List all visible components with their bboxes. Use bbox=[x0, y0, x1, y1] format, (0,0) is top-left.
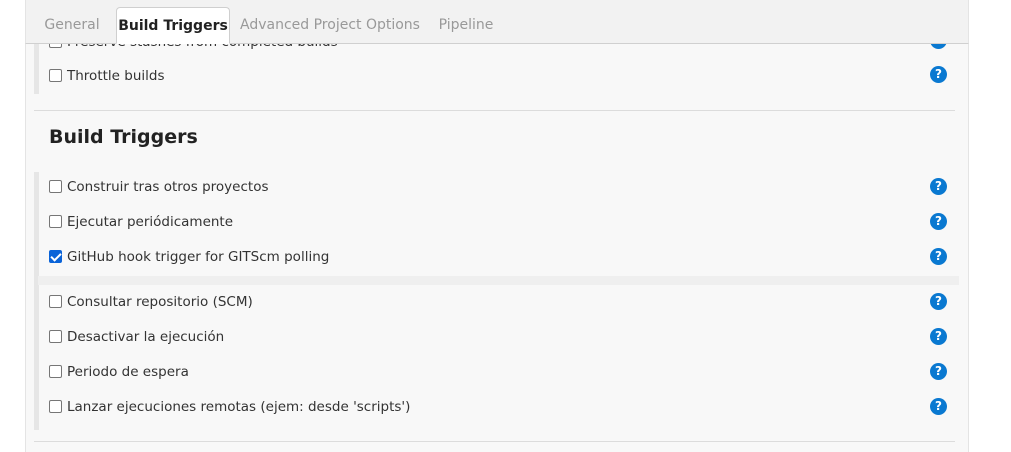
help-icon[interactable]: ? bbox=[930, 293, 947, 310]
checkbox[interactable] bbox=[49, 295, 62, 308]
trigger-label: Lanzar ejecuciones remotas (ejem: desde … bbox=[67, 399, 411, 415]
triggers-rail bbox=[34, 172, 39, 430]
section-title: Build Triggers bbox=[49, 126, 198, 148]
option-label: Throttle builds bbox=[67, 68, 165, 84]
checkbox-checked[interactable] bbox=[49, 250, 62, 263]
options-rail bbox=[34, 44, 39, 94]
help-icon[interactable]: ? bbox=[930, 363, 947, 380]
help-icon[interactable]: ? bbox=[930, 248, 947, 265]
checkbox[interactable] bbox=[49, 69, 62, 82]
trigger-label: Consultar repositorio (SCM) bbox=[67, 294, 253, 310]
help-icon[interactable]: ? bbox=[930, 213, 947, 230]
help-icon[interactable]: ? bbox=[930, 398, 947, 415]
help-icon[interactable]: ? bbox=[930, 328, 947, 345]
checkbox[interactable] bbox=[49, 180, 62, 193]
trigger-label: Desactivar la ejecución bbox=[67, 329, 225, 345]
tab-pipeline[interactable]: Pipeline bbox=[430, 7, 502, 44]
checkbox[interactable] bbox=[49, 400, 62, 413]
tab-bar: General Build Triggers Advanced Project … bbox=[25, 0, 969, 44]
checkbox[interactable] bbox=[49, 215, 62, 228]
trigger-label: GitHub hook trigger for GITScm polling bbox=[67, 249, 330, 265]
help-icon[interactable]: ? bbox=[930, 66, 947, 83]
tab-build-triggers[interactable]: Build Triggers bbox=[116, 7, 230, 44]
divider bbox=[34, 110, 955, 111]
tab-advanced-project-options[interactable]: Advanced Project Options bbox=[240, 7, 420, 44]
help-icon[interactable]: ? bbox=[930, 178, 947, 195]
checkbox[interactable] bbox=[49, 330, 62, 343]
expanded-area bbox=[38, 276, 959, 285]
trigger-label: Periodo de espera bbox=[67, 364, 189, 380]
tab-general[interactable]: General bbox=[36, 7, 108, 44]
trigger-label: Construir tras otros proyectos bbox=[67, 179, 269, 195]
trigger-label: Ejecutar periódicamente bbox=[67, 214, 234, 230]
checkbox[interactable] bbox=[49, 365, 62, 378]
divider bbox=[34, 441, 955, 442]
